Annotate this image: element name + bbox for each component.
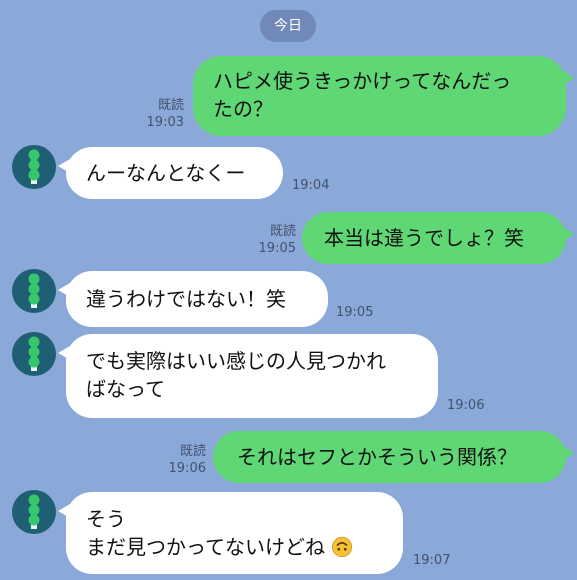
message-text-fragment: まだ見つかってないけどね [86, 535, 325, 559]
message-text-line: そう [86, 507, 126, 531]
traffic-light-icon [28, 494, 40, 529]
upside-down-face-emoji [332, 536, 353, 558]
message-text-line: まだ見つかってないけどね [86, 533, 383, 561]
message-time: 19:05 [336, 305, 374, 320]
chat-screen: 今日 既読 19:03 ハピメ使うきっかけってなんだっ たの？ んーなんとなくー… [0, 0, 577, 580]
read-receipt: 既読 [179, 444, 206, 459]
message-time: 19:06 [168, 461, 206, 476]
message-bubble-incoming[interactable]: でも実際はいい感じの人見つかれ ばなって [58, 334, 438, 418]
message-text-line: でも実際はいい感じの人見つかれ [86, 349, 386, 373]
contact-avatar[interactable] [12, 269, 56, 313]
message-text-line: ハピメ使うきっかけってなんだっ [213, 69, 512, 93]
message-bubble-incoming[interactable]: そう まだ見つかってないけどね [58, 492, 403, 574]
message-text-line: 本当は違うでしょ？笑 [324, 226, 524, 250]
traffic-light-icon [28, 149, 40, 184]
message-meta: 既読 19:05 [250, 223, 296, 257]
message-meta: 既読 19:03 [138, 97, 184, 131]
message-bubble-outgoing[interactable]: 本当は違うでしょ？笑 [302, 212, 574, 264]
message-time: 19:07 [413, 553, 451, 568]
contact-avatar[interactable] [12, 145, 56, 189]
message-text-line: ばなって [86, 377, 165, 401]
message-text-line: それはセフとかそういう関係？ [237, 445, 517, 469]
contact-avatar[interactable] [12, 332, 56, 376]
traffic-light-icon [28, 336, 40, 371]
message-bubble-incoming[interactable]: 違うわけではない！笑 [58, 271, 328, 327]
contact-avatar[interactable] [12, 490, 56, 534]
read-receipt: 既読 [269, 224, 296, 239]
read-receipt: 既読 [157, 98, 184, 113]
message-time: 19:03 [146, 115, 184, 130]
message-time: 19:05 [258, 241, 296, 256]
date-pill: 今日 [260, 10, 316, 42]
message-bubble-outgoing[interactable]: ハピメ使うきっかけってなんだっ たの？ [193, 56, 574, 136]
message-meta: 既読 19:06 [160, 443, 206, 477]
message-time: 19:04 [292, 178, 330, 193]
message-bubble-incoming[interactable]: んーなんとなくー [58, 147, 283, 199]
traffic-light-icon [28, 273, 40, 308]
message-text-line: んーなんとなくー [86, 161, 246, 185]
message-time: 19:06 [447, 398, 485, 413]
message-bubble-outgoing[interactable]: それはセフとかそういう関係？ [213, 431, 574, 483]
message-text-line: たの？ [213, 97, 273, 121]
message-text-line: 違うわけではない！笑 [86, 287, 286, 311]
